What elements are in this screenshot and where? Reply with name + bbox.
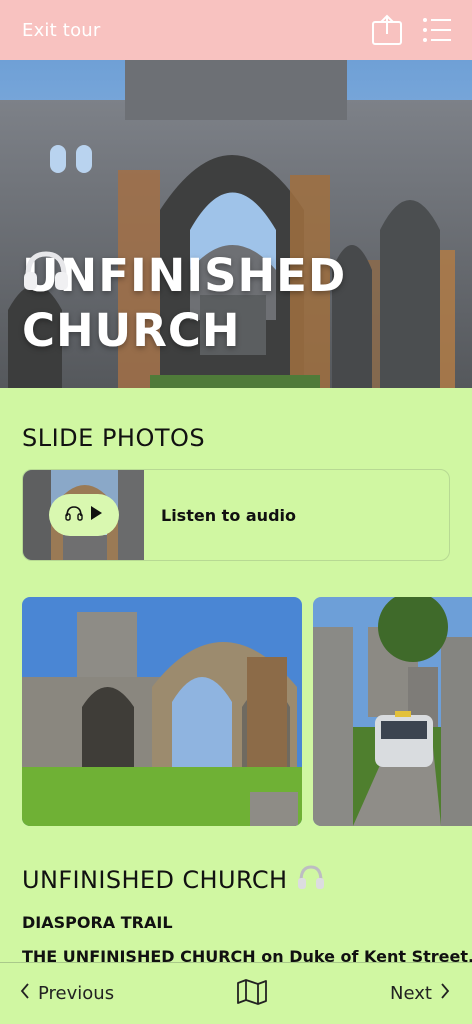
listen-audio-card[interactable]: Listen to audio (22, 469, 450, 561)
bottom-nav: Previous Next (0, 962, 472, 1024)
play-audio-button[interactable] (49, 494, 119, 536)
share-icon[interactable] (370, 13, 404, 47)
hero-title-line2-text: CHURCH (22, 304, 241, 357)
photo-carousel[interactable] (22, 597, 472, 826)
next-button[interactable]: Next (390, 983, 450, 1004)
slide-photos-title: SLIDE PHOTOS (22, 424, 206, 452)
previous-button[interactable]: Previous (20, 983, 114, 1004)
headphones-small-icon (65, 505, 83, 525)
church-photo-1[interactable] (22, 597, 302, 826)
hero-title-line2: CHURCH (22, 251, 452, 358)
trail-name: DIASPORA TRAIL (22, 913, 173, 932)
map-icon[interactable] (236, 978, 268, 1009)
church-photo-2[interactable] (313, 597, 472, 826)
content-title: UNFINISHED CHURCH (22, 866, 288, 894)
exit-tour-button[interactable]: Exit tour (22, 20, 101, 41)
previous-label: Previous (38, 983, 115, 1004)
top-actions (370, 13, 454, 47)
content-headphones-icon (297, 864, 325, 896)
audio-thumbnail (23, 470, 144, 560)
next-label: Next (390, 983, 432, 1004)
chevron-right-icon (440, 983, 450, 1004)
content-title-row: UNFINISHED CHURCH (22, 864, 325, 896)
menu-icon[interactable] (420, 13, 454, 47)
top-bar: Exit tour (0, 0, 472, 60)
hero-title-line1: UNFINISHED (22, 249, 347, 302)
hero-title: UNFINISHED CHURCH (22, 248, 452, 358)
listen-audio-label: Listen to audio (161, 506, 296, 525)
hero-image: UNFINISHED CHURCH (0, 60, 472, 388)
play-icon (89, 505, 103, 525)
chevron-left-icon (20, 983, 30, 1004)
